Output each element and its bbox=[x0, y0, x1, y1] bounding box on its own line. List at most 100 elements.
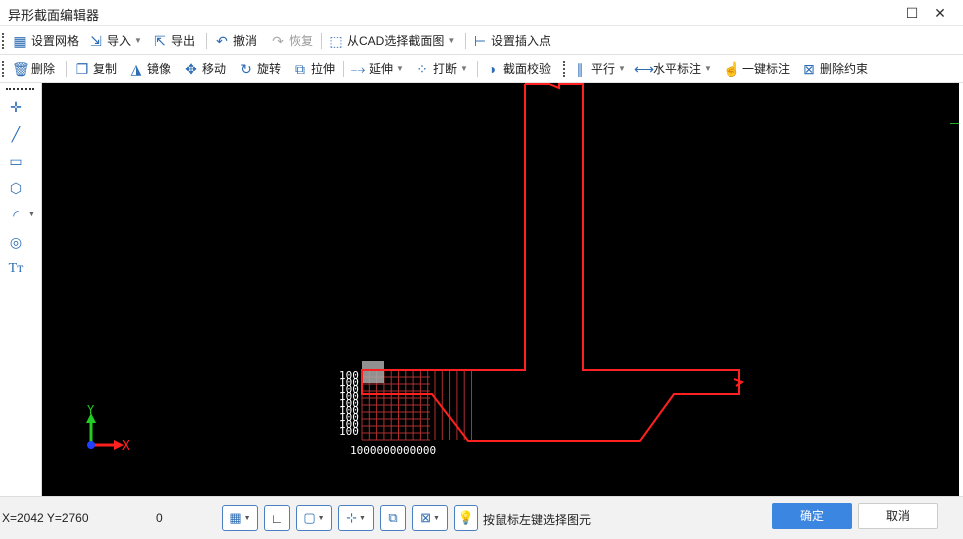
edit-toolbar: 🗑 删除 ❐ 复制 ◮ 镜像 ✥ 移动 ↻ 旋转 ⧉ 拉伸 ⤍ 延伸 ▼ ⁘ 打断 ▼ ◑ 截面校验 … bbox=[0, 55, 963, 83]
insert-point-icon: ⊢ bbox=[473, 33, 487, 49]
rotate-label: 旋转 bbox=[257, 62, 282, 76]
horizontal-dimension-button[interactable]: ⟷ 水平标注 ▼ bbox=[634, 59, 712, 79]
ok-button[interactable]: 确定 bbox=[772, 503, 852, 529]
window-title: 异形截面编辑器 bbox=[8, 8, 100, 23]
mirror-label: 镜像 bbox=[147, 62, 172, 76]
chevron-down-icon[interactable]: ▼ bbox=[28, 211, 35, 218]
copy-icon: ❐ bbox=[75, 61, 89, 77]
chevron-down-icon[interactable]: ▼ bbox=[396, 59, 404, 79]
view-icon: ⊠ bbox=[420, 510, 431, 525]
chevron-down-icon[interactable]: ▼ bbox=[618, 59, 626, 79]
redo-label: 恢复 bbox=[289, 34, 314, 48]
auto-dim-label: 一键标注 bbox=[742, 62, 791, 76]
move-label: 移动 bbox=[202, 62, 227, 76]
right-edge bbox=[959, 83, 963, 496]
stretch-button[interactable]: ⧉ 拉伸 bbox=[292, 59, 335, 79]
canvas-svg: 100100100100100100100100100 100000000000… bbox=[86, 83, 959, 457]
grid-x-labels: 1000000000000 bbox=[350, 444, 436, 457]
section-outline[interactable] bbox=[361, 83, 740, 442]
chevron-down-icon[interactable]: ▼ bbox=[244, 515, 251, 522]
hint-toggle-button[interactable]: 💡 bbox=[454, 505, 478, 531]
import-label: 导入 bbox=[107, 34, 132, 48]
rotate-button[interactable]: ↻ 旋转 bbox=[238, 59, 281, 79]
extend-button[interactable]: ⤍ 延伸 ▼ bbox=[350, 59, 404, 79]
separator bbox=[477, 61, 478, 77]
drawing-canvas[interactable]: 100 100 100 100 100 100 100 100 100 100000000000… bbox=[42, 83, 959, 496]
maximize-button[interactable]: ☐ bbox=[901, 3, 923, 23]
insert-point-label: 设置插入点 bbox=[491, 34, 552, 48]
chevron-down-icon[interactable]: ▼ bbox=[460, 59, 468, 79]
insert-point-marker[interactable] bbox=[362, 361, 384, 383]
chevron-down-icon[interactable]: ▼ bbox=[704, 59, 712, 79]
line-icon[interactable]: ╱ bbox=[6, 124, 26, 144]
chevron-down-icon[interactable]: ▼ bbox=[433, 515, 440, 522]
axis-x-label: X bbox=[122, 439, 130, 454]
view-toggle-button[interactable]: ⊠ ▼ bbox=[412, 505, 448, 531]
break-label: 打断 bbox=[433, 62, 458, 76]
import-button[interactable]: ⇲ 导入 ▼ bbox=[88, 31, 142, 51]
separator bbox=[321, 33, 322, 49]
grid-icon: ▦ bbox=[13, 33, 27, 49]
set-insert-point-button[interactable]: ⊢ 设置插入点 bbox=[472, 31, 551, 51]
mirror-button[interactable]: ◮ 镜像 bbox=[128, 59, 171, 79]
separator bbox=[465, 33, 466, 49]
import-icon: ⇲ bbox=[90, 33, 102, 49]
track-toggle-button[interactable]: ⊹ ▼ bbox=[338, 505, 374, 531]
cad-select-icon: ⬚ bbox=[329, 33, 343, 49]
set-grid-label: 设置网格 bbox=[31, 34, 80, 48]
ortho-toggle-button[interactable]: ∟ bbox=[264, 505, 290, 531]
delete-constraint-button[interactable]: ⊠ 删除约束 bbox=[801, 59, 868, 79]
copy-button[interactable]: ❐ 复制 bbox=[74, 59, 117, 79]
set-grid-button[interactable]: ▦ 设置网格 bbox=[12, 31, 79, 51]
copy-label: 复制 bbox=[93, 62, 118, 76]
break-button[interactable]: ⁘ 打断 ▼ bbox=[414, 59, 468, 79]
circle-icon[interactable]: ◎ bbox=[6, 232, 26, 252]
redo-button[interactable]: ↷ 恢复 bbox=[270, 31, 313, 51]
mirror-icon: ◮ bbox=[130, 61, 142, 77]
rectangle-icon[interactable]: ▭ bbox=[6, 151, 26, 171]
arc-icon[interactable]: ◜ bbox=[6, 205, 26, 225]
track-icon: ⊹ bbox=[346, 510, 357, 525]
move-button[interactable]: ✥ 移动 bbox=[183, 59, 226, 79]
snap-toggle-button[interactable]: ▢ ▼ bbox=[296, 505, 332, 531]
export-label: 导出 bbox=[171, 34, 196, 48]
status-bar: X=2042 Y=2760 0 ▦ ▼ ∟ ▢ ▼ ⊹ ▼ ⧉ ⊠ ▼ 💡 按鼠标左键选… bbox=[0, 496, 963, 539]
toolbar-grip[interactable] bbox=[563, 61, 566, 77]
chevron-down-icon[interactable]: ▼ bbox=[318, 515, 325, 522]
panel-grip[interactable] bbox=[6, 88, 34, 90]
extend-label: 延伸 bbox=[369, 62, 394, 76]
undo-icon: ↶ bbox=[216, 33, 228, 49]
lightbulb-icon: 💡 bbox=[457, 510, 475, 525]
cancel-button[interactable]: 取消 bbox=[858, 503, 938, 529]
point-icon[interactable]: ✛ bbox=[6, 97, 26, 117]
undo-button[interactable]: ↶ 撤消 bbox=[214, 31, 257, 51]
chevron-down-icon[interactable]: ▼ bbox=[134, 31, 142, 51]
parallel-label: 平行 bbox=[591, 62, 616, 76]
toolbar-grip[interactable] bbox=[2, 33, 5, 49]
section-check-label: 截面校验 bbox=[503, 62, 552, 76]
select-from-cad-button[interactable]: ⬚ 从CAD选择截面图 ▼ bbox=[328, 31, 455, 51]
separator bbox=[206, 33, 207, 49]
move-icon: ✥ bbox=[185, 61, 197, 77]
delete-button[interactable]: 🗑 删除 bbox=[12, 59, 55, 79]
dimension-icon: ⟷ bbox=[634, 61, 655, 77]
grid-toggle-button[interactable]: ▦ ▼ bbox=[222, 505, 258, 531]
chevron-down-icon[interactable]: ▼ bbox=[359, 515, 366, 522]
text-icon[interactable]: Tт bbox=[6, 259, 26, 279]
ortho-icon: ∟ bbox=[270, 510, 284, 526]
parallel-icon: ∥ bbox=[576, 61, 584, 77]
section-check-icon: ◑ bbox=[487, 61, 497, 77]
toolbar-grip[interactable] bbox=[2, 61, 5, 77]
export-button[interactable]: ⇱ 导出 bbox=[152, 31, 195, 51]
snap-icon: ▢ bbox=[303, 510, 316, 525]
trash-icon: 🗑 bbox=[12, 61, 30, 77]
close-button[interactable]: ✕ bbox=[929, 3, 951, 23]
parallel-button[interactable]: ∥ 平行 ▼ bbox=[572, 59, 626, 79]
extend-icon: ⤍ bbox=[350, 61, 366, 77]
delete-label: 删除 bbox=[31, 62, 56, 76]
section-check-button[interactable]: ◑ 截面校验 bbox=[484, 59, 551, 79]
object-snap-button[interactable]: ⧉ bbox=[380, 505, 406, 531]
chevron-down-icon[interactable]: ▼ bbox=[447, 31, 455, 51]
polygon-icon[interactable]: ⬡ bbox=[6, 178, 26, 198]
auto-dimension-button[interactable]: ☝ 一键标注 bbox=[723, 59, 790, 79]
